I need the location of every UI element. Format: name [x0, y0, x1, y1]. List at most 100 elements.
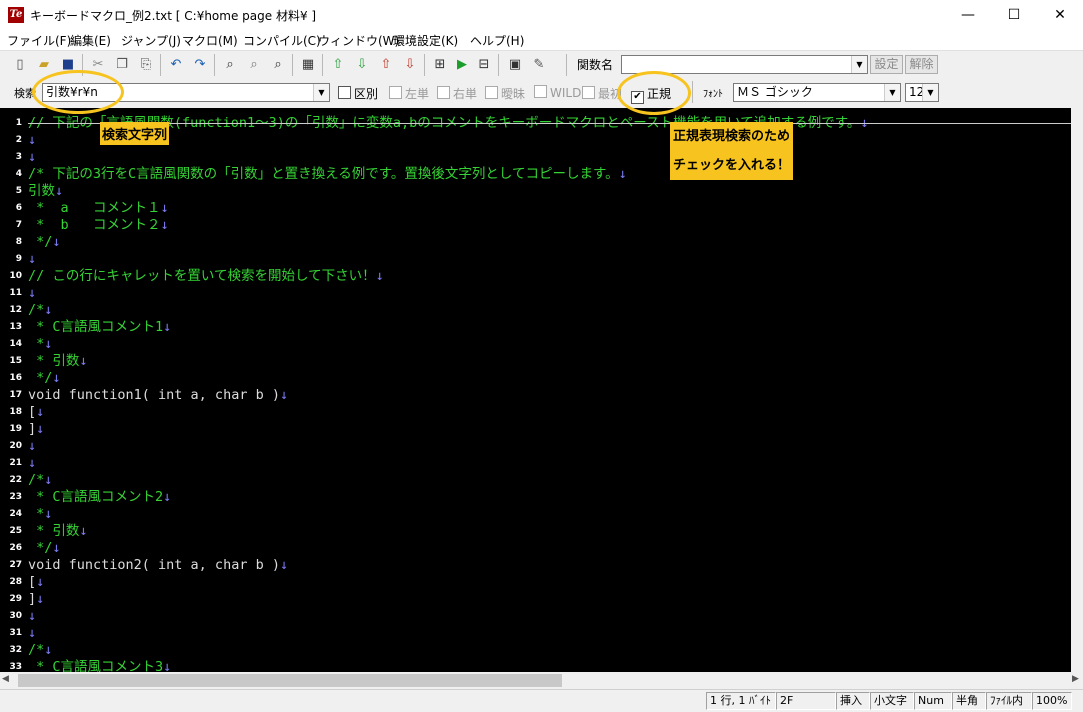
minimize-button[interactable]: —: [945, 0, 991, 30]
editor-line[interactable]: 9 ↓: [0, 251, 1071, 268]
vertical-scrollbar[interactable]: [1071, 108, 1083, 672]
line-content: [: [28, 404, 37, 420]
option-fuzzy[interactable]: 曖昧: [485, 85, 525, 102]
option-case[interactable]: 区別: [338, 85, 378, 102]
console-icon[interactable]: ▣: [505, 55, 525, 75]
line-content: [: [28, 574, 37, 590]
redo-icon[interactable]: ↷: [190, 55, 210, 75]
editor-line[interactable]: 19]↓: [0, 421, 1071, 438]
editor-line[interactable]: 11 ↓: [0, 285, 1071, 302]
new-file-icon[interactable]: ▯: [10, 55, 30, 75]
option-right-word[interactable]: 右単: [437, 85, 477, 102]
option-wild[interactable]: WILD: [534, 85, 581, 100]
editor-line[interactable]: 29]↓: [0, 591, 1071, 608]
editor-line[interactable]: 33 * C言語風コメント3↓: [0, 659, 1071, 672]
line-number: 10: [9, 271, 22, 281]
status-width[interactable]: 半角: [952, 692, 986, 710]
editor-line[interactable]: 16 */↓: [0, 370, 1071, 387]
close-button[interactable]: ✕: [1037, 0, 1083, 30]
menu-window[interactable]: ウィンドウ(W): [318, 32, 399, 49]
grep-icon[interactable]: ▦: [298, 55, 318, 75]
editor-line[interactable]: 5 引数↓: [0, 183, 1071, 200]
jump-up-icon[interactable]: ⇧: [328, 55, 348, 75]
menu-file[interactable]: ファイル(F): [7, 32, 71, 49]
editor-line[interactable]: 22 /*↓: [0, 472, 1071, 489]
line-number: 15: [9, 356, 22, 366]
editor-line[interactable]: 17 void function1( int a, char b )↓: [0, 387, 1071, 404]
line-text: ↓: [28, 132, 36, 149]
editor-line[interactable]: 13 * C言語風コメント1↓: [0, 319, 1071, 336]
chevron-down-icon[interactable]: ▼: [313, 84, 329, 101]
status-scope[interactable]: ﾌｧｲﾙ内: [986, 692, 1032, 710]
chevron-down-icon[interactable]: ▼: [884, 84, 900, 101]
line-number: 24: [9, 509, 22, 519]
scroll-left-icon[interactable]: ◀: [2, 674, 9, 684]
open-folder-icon[interactable]: ▰: [34, 55, 54, 75]
editor-line[interactable]: 32 /*↓: [0, 642, 1071, 659]
editor-line[interactable]: 10 // この行にキャレットを置いて検索を開始して下さい！↓: [0, 268, 1071, 285]
editor-line[interactable]: 15 * 引数↓: [0, 353, 1071, 370]
editor-line[interactable]: 25 * 引数↓: [0, 523, 1071, 540]
macro-record-icon[interactable]: ⊞: [430, 55, 450, 75]
paste-icon[interactable]: ⎘: [136, 55, 156, 75]
newline-icon: ↓: [36, 421, 45, 437]
menu-help[interactable]: ヘルプ(H): [470, 32, 524, 49]
option-first[interactable]: 最初: [582, 85, 622, 102]
find-next-icon[interactable]: ⌕: [244, 55, 264, 75]
find-icon[interactable]: ⌕: [220, 55, 240, 75]
chevron-down-icon[interactable]: ▼: [851, 56, 867, 73]
line-content: ]: [28, 591, 37, 607]
line-number: 18: [9, 407, 22, 417]
editor-line[interactable]: 14 *↓: [0, 336, 1071, 353]
status-insert-mode[interactable]: 挿入: [836, 692, 870, 710]
editor-line[interactable]: 6 * a コメント１↓: [0, 200, 1071, 217]
tool-icon[interactable]: ✎: [529, 55, 549, 75]
editor-line[interactable]: 26 */↓: [0, 540, 1071, 557]
mark-up-icon[interactable]: ⇧: [376, 55, 396, 75]
mark-down-icon[interactable]: ⇩: [400, 55, 420, 75]
editor-line[interactable]: 3 ↓: [0, 149, 1071, 166]
menu-settings[interactable]: 環境設定(K): [393, 32, 458, 49]
editor-line[interactable]: 12 /*↓: [0, 302, 1071, 319]
menu-edit[interactable]: 編集(E): [70, 32, 111, 49]
toolbar-separator: [214, 54, 215, 76]
newline-icon: ↓: [44, 642, 53, 658]
editor-line[interactable]: 24 *↓: [0, 506, 1071, 523]
editor-line[interactable]: 7 * b コメント２↓: [0, 217, 1071, 234]
scroll-right-icon[interactable]: ▶: [1072, 674, 1079, 684]
macro-play-icon[interactable]: ▶: [452, 55, 472, 75]
status-case[interactable]: 小文字: [870, 692, 914, 710]
option-left-word[interactable]: 左単: [389, 85, 429, 102]
menu-jump[interactable]: ジャンプ(J): [121, 32, 181, 49]
editor-line[interactable]: 31 ↓: [0, 625, 1071, 642]
editor-line[interactable]: 30 ↓: [0, 608, 1071, 625]
jump-down-icon[interactable]: ⇩: [352, 55, 372, 75]
editor-line[interactable]: 20 ↓: [0, 438, 1071, 455]
release-button[interactable]: 解除: [905, 55, 938, 74]
editor-line[interactable]: 18 [↓: [0, 404, 1071, 421]
status-zoom[interactable]: 100%: [1032, 692, 1072, 710]
menu-macro[interactable]: マクロ(M): [182, 32, 238, 49]
newline-icon: ↓: [279, 387, 289, 403]
undo-icon[interactable]: ↶: [166, 55, 186, 75]
editor-line[interactable]: 28 [↓: [0, 574, 1071, 591]
copy-icon[interactable]: ❐: [112, 55, 132, 75]
split-window-icon[interactable]: ⊟: [474, 55, 494, 75]
editor-line[interactable]: 4 /* 下記の3行をC言語風関数の「引数」と置き換える例です。置換後文字列として…: [0, 166, 1071, 183]
editor-line[interactable]: 21 ↓: [0, 455, 1071, 472]
font-select[interactable]: ＭＳ ゴシック ▼: [733, 83, 901, 102]
line-text: */↓: [28, 370, 60, 387]
editor-line[interactable]: 8 */↓: [0, 234, 1071, 251]
toolbar-separator: [322, 54, 323, 76]
horizontal-scroll-thumb[interactable]: [18, 674, 562, 687]
font-size-select[interactable]: 12 ▼: [905, 83, 939, 102]
replace-icon[interactable]: ⌕: [268, 55, 288, 75]
editor-line[interactable]: 27 void function2( int a, char b )↓: [0, 557, 1071, 574]
chevron-down-icon[interactable]: ▼: [922, 84, 938, 101]
text-editor[interactable]: 1// 下記の「言語風関数(function1～3)の「引数」に変数a,bのコメ…: [0, 108, 1071, 672]
set-button[interactable]: 設定: [870, 55, 903, 74]
maximize-button[interactable]: ☐: [991, 0, 1037, 30]
line-number: 25: [9, 526, 22, 536]
menu-compile[interactable]: コンパイル(C): [243, 32, 321, 49]
editor-line[interactable]: 23 * C言語風コメント2↓: [0, 489, 1071, 506]
